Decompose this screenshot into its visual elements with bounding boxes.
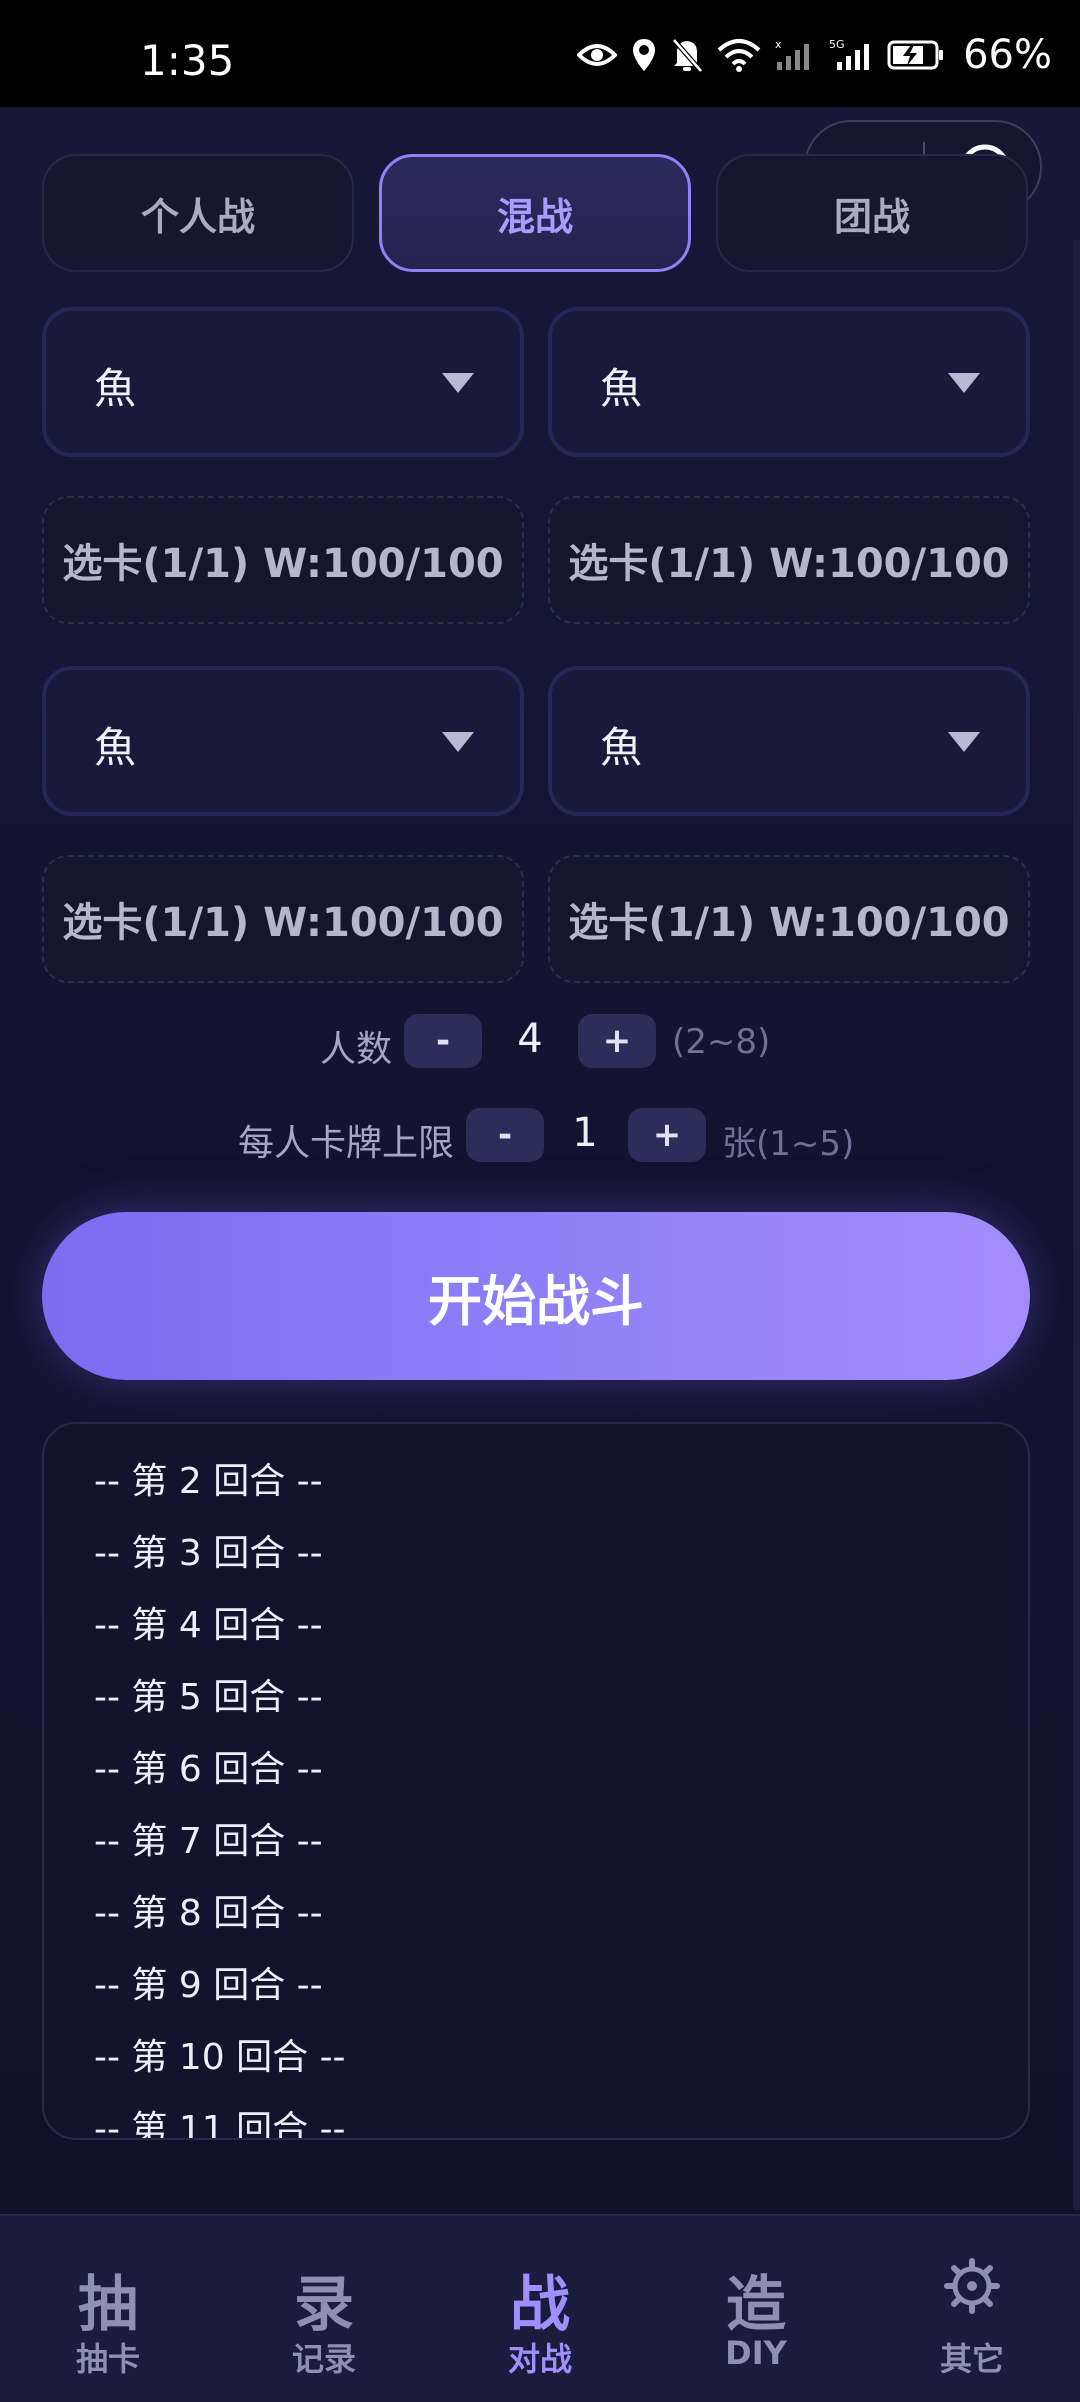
dropdown-arrow-icon: [948, 732, 980, 752]
player-select-3[interactable]: 魚: [42, 666, 524, 816]
nav-battle-label: 对战: [507, 2340, 572, 2378]
nav-diy[interactable]: 造 DIY: [648, 2216, 864, 2402]
svg-text:x: x: [775, 38, 782, 51]
player-count-range: (2~8): [672, 1022, 771, 1062]
card-limit-row: 每人卡牌上限 - 1 + 张(1~5): [0, 1108, 1080, 1168]
nav-records-label: 记录: [291, 2340, 356, 2378]
player-count-row: 人数 - 4 + (2~8): [0, 1014, 1080, 1074]
card-limit-value: 1: [572, 1110, 598, 1156]
card-select-1[interactable]: 选卡(1/1) W:100/100: [42, 496, 524, 624]
tab-melee[interactable]: 混战: [379, 154, 691, 272]
log-line: -- 第 3 回合 --: [94, 1533, 323, 1574]
player-count-label: 人数: [320, 1029, 393, 1070]
player-select-1[interactable]: 魚: [42, 307, 524, 457]
signal-5g-icon: 5G: [829, 38, 870, 70]
card-select-4[interactable]: 选卡(1/1) W:100/100: [548, 855, 1030, 983]
wifi-icon: [717, 39, 761, 72]
dropdown-arrow-icon: [948, 373, 980, 393]
records-icon: 录: [294, 2270, 354, 2340]
eye-icon: [577, 44, 618, 66]
player-count-plus-button[interactable]: +: [578, 1014, 656, 1068]
card-limit-minus-button[interactable]: -: [466, 1108, 544, 1162]
player-select-2[interactable]: 魚: [548, 307, 1030, 457]
player-count-minus-button[interactable]: -: [404, 1014, 482, 1068]
nav-battle[interactable]: 战 对战: [432, 2216, 648, 2402]
log-line: -- 第 9 回合 --: [94, 1965, 323, 2006]
status-time: 1:35: [140, 36, 235, 85]
card-select-3[interactable]: 选卡(1/1) W:100/100: [42, 855, 524, 983]
signal-icon: x: [775, 38, 810, 70]
log-line: -- 第 4 回合 --: [94, 1605, 323, 1646]
nav-records[interactable]: 录 记录: [216, 2216, 432, 2402]
start-battle-button[interactable]: 开始战斗: [42, 1212, 1030, 1380]
scrollbar[interactable]: [1073, 240, 1080, 2210]
card-limit-plus-button[interactable]: +: [628, 1108, 706, 1162]
svg-text:5G: 5G: [829, 38, 845, 51]
battery-icon: [887, 40, 944, 70]
battle-log[interactable]: -- 第 2 回合 -- -- 第 3 回合 -- -- 第 4 回合 -- -…: [42, 1422, 1030, 2140]
dropdown-arrow-icon: [442, 373, 474, 393]
player-select-value: 魚: [94, 723, 137, 772]
tab-individual[interactable]: 个人战: [42, 154, 354, 272]
dropdown-arrow-icon: [442, 732, 474, 752]
battle-icon: 战: [510, 2270, 570, 2340]
card-limit-label: 每人卡牌上限: [238, 1123, 455, 1164]
create-icon: 造: [726, 2270, 786, 2340]
player-select-4[interactable]: 魚: [548, 666, 1030, 816]
nav-diy-label: DIY: [725, 2334, 787, 2372]
log-line: -- 第 7 回合 --: [94, 1821, 323, 1862]
location-icon: [633, 39, 656, 71]
log-line: -- 第 11 回合 --: [94, 2109, 346, 2140]
nav-draw[interactable]: 抽 抽卡: [0, 2216, 216, 2402]
bottom-nav: 抽 抽卡 录 记录 战 对战 造 DIY 其它: [0, 2214, 1080, 2402]
log-line: -- 第 2 回合 --: [94, 1461, 323, 1502]
status-bar: 1:35 x 5G 66%: [0, 0, 1080, 107]
log-line: -- 第 5 回合 --: [94, 1677, 323, 1718]
nav-other[interactable]: 其它: [864, 2216, 1080, 2402]
player-select-value: 魚: [600, 723, 643, 772]
card-select-2[interactable]: 选卡(1/1) W:100/100: [548, 496, 1030, 624]
player-select-value: 魚: [94, 364, 137, 413]
nav-other-label: 其它: [939, 2340, 1004, 2378]
battery-percentage: 66%: [963, 32, 1052, 78]
log-line: -- 第 10 回合 --: [94, 2037, 346, 2078]
mute-bell-icon: [672, 38, 703, 73]
card-limit-range: 张(1~5): [722, 1124, 855, 1164]
player-count-value: 4: [517, 1016, 543, 1062]
log-line: -- 第 8 回合 --: [94, 1893, 323, 1934]
player-select-value: 魚: [600, 364, 643, 413]
tab-team[interactable]: 团战: [716, 154, 1028, 272]
status-icons: x 5G 66%: [577, 30, 1052, 80]
nav-draw-label: 抽卡: [75, 2340, 140, 2378]
gear-icon: [944, 2258, 1000, 2314]
draw-icon: 抽: [78, 2270, 138, 2340]
log-line: -- 第 6 回合 --: [94, 1749, 323, 1790]
